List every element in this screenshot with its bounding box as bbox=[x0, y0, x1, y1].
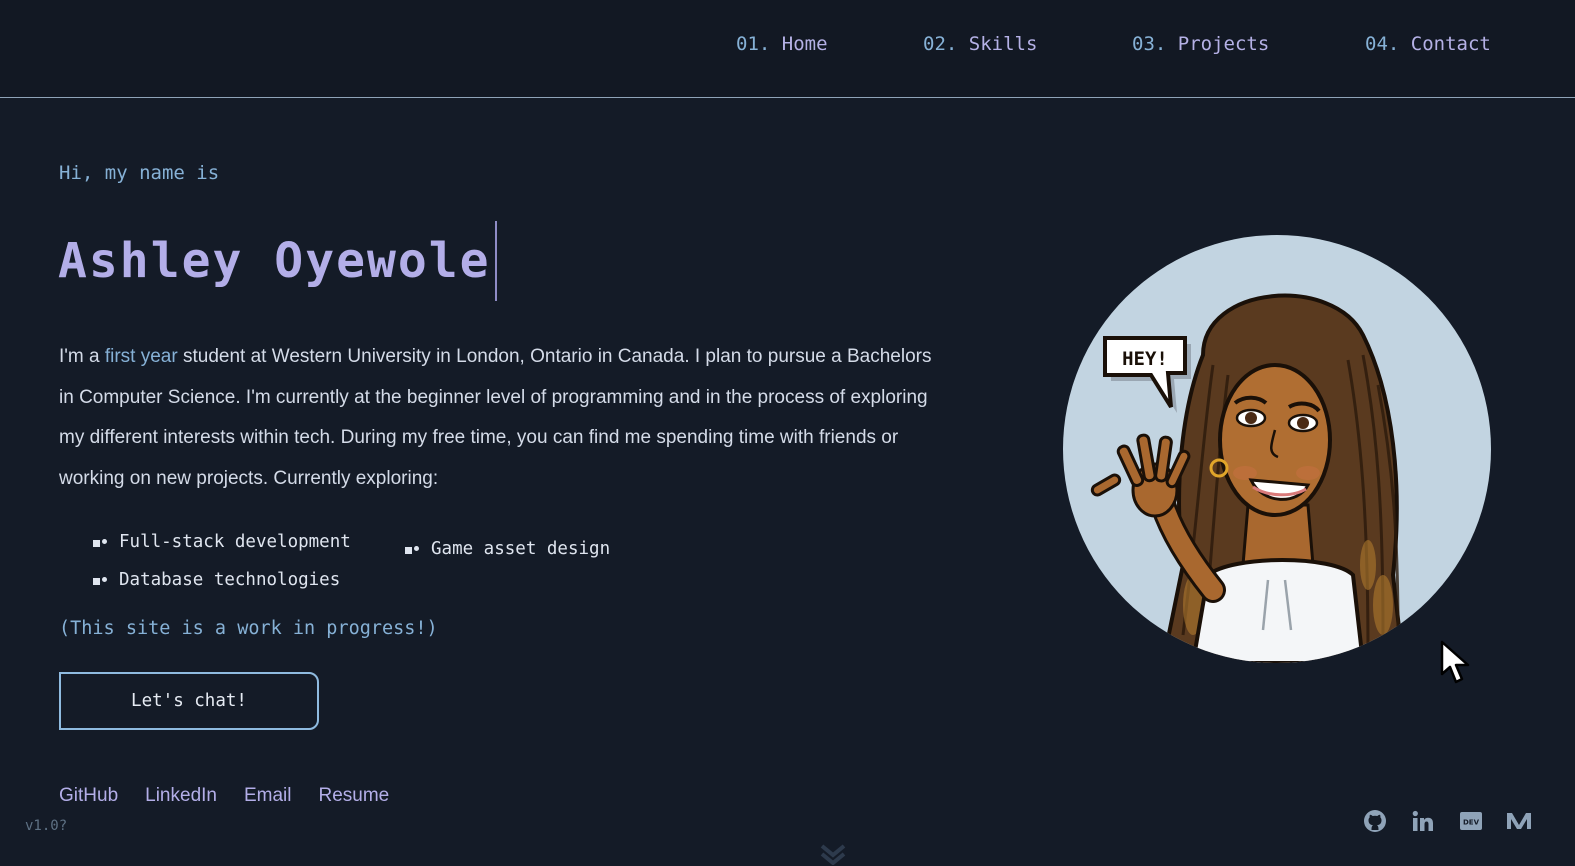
greeting: Hi, my name is bbox=[59, 162, 220, 184]
medium-icon[interactable] bbox=[1506, 808, 1532, 834]
nav-number: 04. bbox=[1365, 33, 1400, 55]
bullet-icon bbox=[93, 578, 100, 585]
nav-label: Projects bbox=[1177, 33, 1270, 55]
name-heading: Ashley Oyewole bbox=[58, 233, 491, 289]
social-icons: DEV bbox=[1360, 808, 1540, 834]
nav-number: 02. bbox=[923, 33, 958, 55]
nav-label: Skills bbox=[968, 33, 1038, 55]
nav-item-skills[interactable]: 02. Skills bbox=[923, 33, 1037, 55]
speech-bubble-text: HEY! bbox=[1122, 348, 1168, 370]
bio-paragraph: I'm a first year student at Western Univ… bbox=[59, 337, 949, 499]
page: 01. Home 02. Skills 03. Projects 04. Con… bbox=[0, 0, 1575, 866]
linkedin-icon[interactable] bbox=[1410, 808, 1436, 834]
nav-number: 03. bbox=[1132, 33, 1167, 55]
avatar: HEY! bbox=[1063, 235, 1491, 663]
nav-number: 01. bbox=[736, 33, 771, 55]
list-item: Database technologies bbox=[93, 570, 341, 590]
typing-caret bbox=[494, 221, 497, 301]
email-link[interactable]: Email bbox=[244, 785, 292, 807]
svg-text:DEV: DEV bbox=[1463, 819, 1480, 827]
nav-label: Home bbox=[781, 33, 828, 55]
interest-label: Full-stack development bbox=[119, 532, 351, 552]
dev-icon[interactable]: DEV bbox=[1458, 808, 1484, 834]
wip-note: (This site is a work in progress!) bbox=[59, 618, 438, 639]
bio-highlight: first year bbox=[104, 346, 178, 367]
nav-item-contact[interactable]: 04. Contact bbox=[1365, 33, 1491, 55]
list-item: Game asset design bbox=[405, 539, 611, 559]
interest-label: Game asset design bbox=[431, 539, 611, 559]
nav-label: Contact bbox=[1410, 33, 1491, 55]
github-link[interactable]: GitHub bbox=[59, 785, 118, 807]
resume-link[interactable]: Resume bbox=[319, 785, 390, 807]
nav-item-projects[interactable]: 03. Projects bbox=[1132, 33, 1269, 55]
bio-prefix: I'm a bbox=[59, 346, 105, 367]
bio-text: student at Western University in London,… bbox=[59, 346, 932, 489]
scroll-down-icon[interactable] bbox=[820, 843, 846, 866]
bullet-icon bbox=[405, 547, 412, 554]
list-item: Full-stack development bbox=[93, 532, 351, 552]
text-links: GitHub LinkedIn Email Resume bbox=[59, 785, 389, 807]
name-heading-wrap: Ashley Oyewole bbox=[58, 221, 497, 301]
github-icon[interactable] bbox=[1362, 808, 1388, 834]
version-label: v1.0? bbox=[25, 818, 68, 834]
interest-label: Database technologies bbox=[119, 570, 341, 590]
mouse-cursor-icon bbox=[1440, 640, 1474, 690]
top-nav: 01. Home 02. Skills 03. Projects 04. Con… bbox=[0, 0, 1575, 98]
linkedin-link[interactable]: LinkedIn bbox=[145, 785, 217, 807]
nav-item-home[interactable]: 01. Home bbox=[736, 33, 828, 55]
bullet-icon bbox=[93, 540, 100, 547]
lets-chat-button[interactable]: Let's chat! bbox=[59, 672, 319, 730]
